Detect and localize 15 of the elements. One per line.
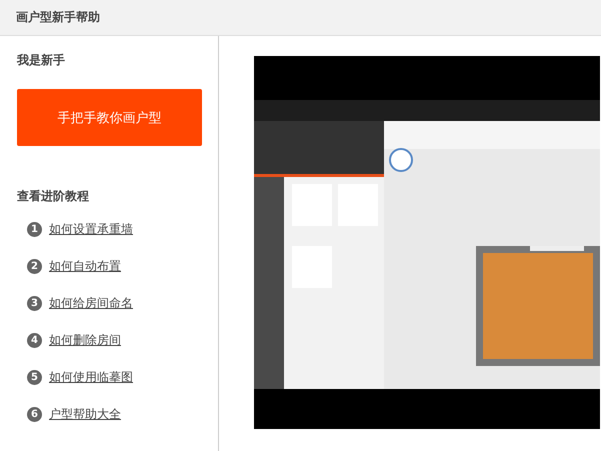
tutorial-link[interactable]: 如何给房间命名 — [49, 295, 133, 312]
step-number: 4 — [27, 333, 42, 348]
tutorial-link[interactable]: 如何设置承重墙 — [49, 221, 133, 238]
step-number: 2 — [27, 259, 42, 274]
tutorial-link[interactable]: 如何使用临摹图 — [49, 369, 133, 386]
section-heading: 我是新手 — [17, 52, 65, 69]
window-title: 画户型新手帮助 — [16, 9, 100, 26]
step-number: 3 — [27, 296, 42, 311]
step-number: 5 — [27, 370, 42, 385]
step-number: 6 — [27, 407, 42, 422]
tutorial-link[interactable]: 如何自动布置 — [49, 258, 121, 275]
tutorial-link[interactable]: 如何删除房间 — [49, 332, 121, 349]
step-number: 1 — [27, 222, 42, 237]
section-heading: 查看进阶教程 — [17, 188, 89, 205]
tutorial-link[interactable]: 户型帮助大全 — [49, 406, 121, 423]
